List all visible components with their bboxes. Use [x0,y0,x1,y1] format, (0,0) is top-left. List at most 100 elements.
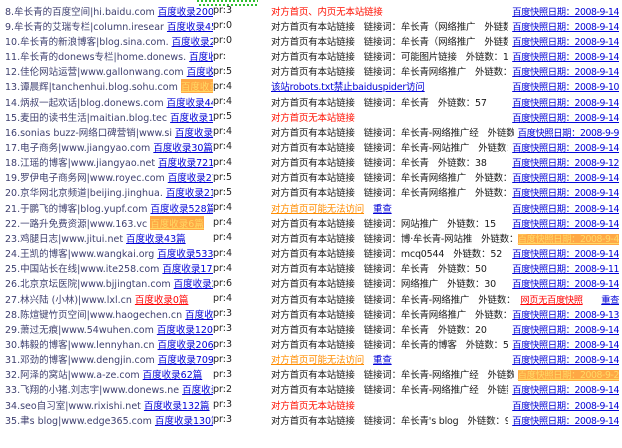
snapshot-date-link[interactable]: 百度快照日期：2008-9-2 [517,370,619,382]
baidu-included-link[interactable]: 百度收录45000篇 [167,19,213,33]
link-status-text: 对方首页有本站链接 [271,309,355,321]
status-recheck-link[interactable]: 重查 [373,352,392,366]
snapshot-date-link[interactable]: 百度快照日期：2008-9-10 [512,82,619,93]
baidu-included-link[interactable]: 百度收录533篇 [157,246,213,260]
site-label: 27.林兴陆 (小林)|www.lxl.cn [5,294,132,306]
anchor-keyword: 链接词：可能图片链接 [363,52,457,64]
baidu-included-link[interactable]: 百度收录21500篇 [166,185,213,199]
table-row: 26.北京京坛医院|www.bjjingtan.com 百度收录2030篇 pr… [0,276,622,291]
link-status-text: 对方首页有本站链接 [271,52,355,64]
baidu-included-link[interactable]: 百度收录173篇 [170,110,213,124]
baidu-included-link[interactable]: 百度收录156000篇 [189,49,213,63]
baidu-included-link[interactable]: 百度收录276篇 [168,170,213,184]
snapshot-cell: 百度快照日期：2008-9-14 [512,352,622,366]
snapshot-cell: 百度快照日期：2008-9-14 [512,34,622,48]
pagerank-value: pr:4 [213,80,233,92]
baidu-included-link[interactable]: 百度收录1720篇 [162,261,213,275]
baidu-included-link[interactable]: 百度收录43篇 [126,231,186,245]
link-status-cell: 对方首页可能无法访问 重查 [271,201,508,215]
baidu-included-link[interactable]: 百度收录0篇 [135,292,189,306]
outlink-count: 外链数：41 [475,67,508,79]
snapshot-date-link[interactable]: 百度快照日期：2008-9-14 [512,219,619,230]
snapshot-cell: 百度快照日期：2008-9-14 [512,110,622,124]
link-status-text: 对方首页有本站链接 [271,127,355,139]
snapshot-date-link[interactable]: 百度快照日期：2008-9-14 [512,355,619,366]
link-status-cell: 对方首页有本站链接 链接词：牟长青网络推广 外链数：47 [271,185,508,199]
baidu-included-link[interactable]: 百度收录575篇 [182,382,213,396]
robots-blocked-link[interactable]: 该站robots.txt禁止baiduspider访问 [271,79,425,93]
no-snapshot-label[interactable]: 网页无百度快照 [520,295,583,306]
link-status-cell: 对方首页有本站链接 链接词：牟长青-网站推广 外链数：48 [271,140,508,154]
snapshot-cell: 百度快照日期：2008-9-14 [512,64,622,78]
snapshot-date-link[interactable]: 百度快照日期：2008-9-14 [512,279,619,290]
baidu-included-link[interactable]: 百度收录6篇 [150,215,204,230]
table-row: 16.sonias buzz-网络口碑营销|www.si 百度收录103篇 pr… [0,124,622,139]
site-label: 29.萧过无痕|www.54wuhen.com [5,324,154,336]
site-cell: 33.飞翔的小猪.刘志宇|www.donews.ne 百度收录575篇 [0,382,213,396]
baidu-included-link[interactable]: 百度收录103篇 [175,125,213,139]
snapshot-date-link[interactable]: 百度快照日期：2008-9-14 [512,340,619,351]
baidu-included-link[interactable]: 百度收录721篇 [158,155,213,169]
pagerank-value: pr:2 [213,383,233,395]
snapshot-date-link[interactable]: 百度快照日期：2008-9-14 [512,37,619,48]
snapshot-date-link[interactable]: 百度快照日期：2008-9-14 [512,401,619,412]
snapshot-date-link[interactable]: 百度快照日期：2008-9-14 [512,173,619,184]
baidu-included-link[interactable]: 百度收录206篇 [158,337,213,351]
anchor-keyword: 链接词：网站推广 [363,218,439,230]
pagerank-value: pr:4 [213,96,233,108]
snapshot-date-link[interactable]: 百度快照日期：2008-9-14 [512,98,619,109]
status-recheck-link[interactable]: 重查 [373,201,392,215]
site-cell: 21.于鹏飞的博客|blog.yupf.com 百度收录528篇 [0,201,213,215]
link-status-cell: 对方首页有本站链接 链接词：牟长青-网络推广经 外链数：27 [271,367,514,381]
snapshot-date-link[interactable]: 百度快照日期：2008-9-14 [512,113,619,124]
baidu-included-link[interactable]: 百度收录443000篇 [167,95,213,109]
snapshot-date-link[interactable]: 百度快照日期：2008-9-14 [512,416,619,427]
snapshot-cell: 百度快照日期：2008-9-2 [517,367,622,382]
outlink-count: 外链数：36 [487,385,509,397]
baidu-included-link[interactable]: 百度收录1000篇 [187,64,213,78]
snapshot-recheck-link[interactable]: 重查 [601,295,619,306]
snapshot-date-link[interactable]: 百度快照日期：2008-9-14 [512,325,619,336]
link-status-cell: 对方首页有本站链接 链接词：网站推广 外链数：15 [271,216,508,230]
table-row: 12.佳伦网站运营|www.gallonwang.com 百度收录1000篇 p… [0,64,622,79]
snapshot-date-link[interactable]: 百度快照日期：2008-9-9 [518,128,620,139]
baidu-included-link[interactable]: 百度收录226篇 [185,307,213,321]
baidu-included-link[interactable]: 百度收录2030篇 [174,276,213,290]
site-cell: 13.谭晨辉|tanchenhui.blog.sohu.com 百度收录5篇 [0,79,213,94]
baidu-included-link[interactable]: 百度收录2000000篇 [158,4,213,18]
baidu-included-link[interactable]: 百度收录132篇 [144,398,210,412]
snapshot-date-link[interactable]: 百度快照日期：2008-9-14 [512,22,619,33]
snapshot-date-link[interactable]: 百度快照日期：2008-9-14 [512,385,619,396]
outlink-count: 外链数：52 [453,249,503,261]
baidu-included-link[interactable]: 百度收录709篇 [158,352,213,366]
snapshot-date-link[interactable]: 百度快照日期：2008-9-14 [512,67,619,78]
snapshot-date-link[interactable]: 百度快照日期：2008-9-4 [517,233,619,245]
snapshot-date-link[interactable]: 百度快照日期：2008-9-14 [512,188,619,199]
snapshot-date-link[interactable]: 百度快照日期：2008-9-14 [512,143,619,154]
pagerank-value: pr:5 [213,186,233,198]
baidu-included-link[interactable]: 百度收录12000篇 [157,322,213,336]
snapshot-date-link[interactable]: 百度快照日期：2008-9-14 [512,52,619,63]
pagerank-value: pr:3 [213,323,233,335]
site-cell: 23.鸡腿日志|www.jitui.net 百度收录43篇 [0,231,213,245]
snapshot-date-link[interactable]: 百度快照日期：2008-9-13 [512,310,619,321]
snapshot-date-link[interactable]: 百度快照日期：2008-9-14 [512,249,619,260]
site-label: 8.牟长青的百度空间|hi.baidu.com [5,6,155,18]
baidu-included-link[interactable]: 百度收录23200000篇 [172,34,213,48]
snapshot-date-link[interactable]: 百度快照日期：2008-9-14 [512,7,619,18]
baidu-included-link[interactable]: 百度收录130篇 [155,413,213,427]
site-label: 22.一路升免费资源|www.163.vc [5,218,148,230]
snapshot-date-link[interactable]: 百度快照日期：2008-9-12 [512,158,619,169]
outlink-count: 外链数：27 [487,370,514,382]
baidu-included-link[interactable]: 百度收录62篇 [143,367,203,381]
snapshot-cell: 百度快照日期：2008-9-14 [512,337,622,351]
outlink-count: 外链数：15 [447,218,496,230]
snapshot-date-link[interactable]: 百度快照日期：2008-9-14 [512,204,619,215]
baidu-included-link[interactable]: 百度收录528篇 [150,201,213,215]
snapshot-date-link[interactable]: 百度快照日期：2008-9-11 [512,264,619,275]
outlink-count: 外链数：17 [484,36,509,48]
baidu-included-link[interactable]: 百度收录30篇 [153,140,213,154]
link-status-text: 对方首页有本站链接 [271,415,355,427]
baidu-included-link[interactable]: 百度收录5篇 [180,79,213,94]
anchor-keyword: 链接词：牟长青（网络推广 [363,36,476,48]
